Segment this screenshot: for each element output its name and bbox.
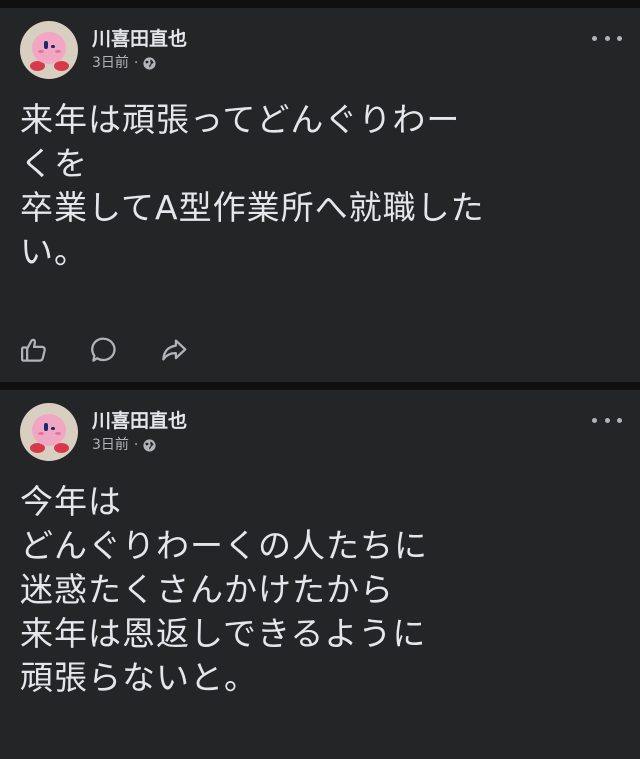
post-card: 川喜田直也 3日前 · 今年は どんぐりわーくの人たちに 迷惑たくさんかけたから… — [0, 390, 640, 759]
author-name[interactable]: 川喜田直也 — [92, 409, 187, 433]
separator-dot: · — [133, 437, 139, 453]
avatar-figure — [32, 414, 66, 446]
post-text: 今年は どんぐりわーくの人たちに 迷惑たくさんかけたから 来年は恩返しできるよう… — [20, 482, 428, 697]
separator-dot: · — [133, 55, 139, 71]
globe-icon — [143, 56, 156, 70]
post-time[interactable]: 3日前 — [92, 53, 129, 73]
post-text: 来年は頑張ってどんぐりわー くを 卒業してA型作業所へ就職した い。 — [20, 100, 485, 271]
post-meta: 川喜田直也 3日前 · — [92, 27, 187, 73]
post-actions — [18, 334, 228, 366]
avatar[interactable] — [20, 21, 78, 79]
post-meta: 川喜田直也 3日前 · — [92, 409, 187, 455]
post-header: 川喜田直也 3日前 · — [20, 20, 187, 80]
author-name[interactable]: 川喜田直也 — [92, 27, 187, 51]
avatar-cheek — [38, 432, 44, 435]
more-options-icon[interactable] — [592, 32, 622, 44]
avatar-foot — [54, 61, 69, 71]
comment-icon[interactable] — [88, 334, 120, 366]
avatar-cheek — [38, 50, 44, 53]
like-icon[interactable] — [18, 334, 50, 366]
avatar-eye — [44, 423, 48, 431]
avatar-foot — [54, 443, 69, 453]
avatar[interactable] — [20, 403, 78, 461]
share-icon[interactable] — [158, 334, 190, 366]
avatar-eye — [51, 45, 55, 48]
avatar-cheek — [55, 50, 61, 53]
avatar-figure — [32, 32, 66, 64]
post-subline: 3日前 · — [92, 53, 187, 73]
post-time[interactable]: 3日前 — [92, 435, 129, 455]
post-subline: 3日前 · — [92, 435, 187, 455]
globe-icon — [143, 438, 156, 452]
avatar-eye — [51, 427, 55, 430]
avatar-cheek — [55, 432, 61, 435]
post-card: 川喜田直也 3日前 · 来年は頑張ってどんぐりわー くを 卒業してA型作業所へ就… — [0, 8, 640, 382]
post-header: 川喜田直也 3日前 · — [20, 402, 187, 462]
avatar-eye — [44, 41, 48, 49]
more-options-icon[interactable] — [592, 414, 622, 426]
